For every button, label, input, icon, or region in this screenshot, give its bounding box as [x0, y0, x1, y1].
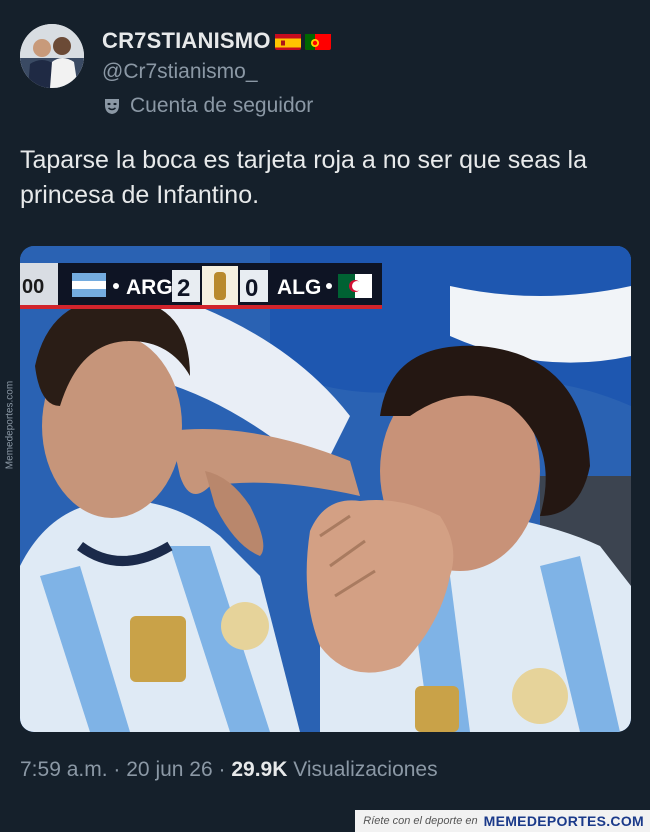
- views-count[interactable]: 29.9K: [231, 758, 287, 781]
- footer-tagline: Ríete con el deporte en: [363, 815, 478, 827]
- display-name[interactable]: CR7STIANISMO: [102, 28, 331, 54]
- tweet-date[interactable]: 20 jun 26: [126, 758, 212, 781]
- scoreboard-clock: 00: [22, 276, 44, 298]
- meta-separator: ·: [218, 758, 226, 781]
- tweet-text: Taparse la boca es tarjeta roja a no ser…: [20, 146, 588, 209]
- account-label-text: Cuenta de seguidor: [130, 94, 314, 117]
- meta-separator: ·: [113, 758, 121, 781]
- footer-watermark: Ríete con el deporte en MEMEDEPORTES.COM: [355, 810, 650, 832]
- side-watermark-text: Memedeportes.com: [4, 380, 16, 470]
- theater-mask-icon: [102, 96, 122, 116]
- tweet-time[interactable]: 7:59 a.m.: [20, 758, 108, 781]
- user-handle[interactable]: @Cr7stianismo_: [102, 60, 258, 84]
- spain-flag-icon: [274, 32, 301, 50]
- home-team-name: ARG: [126, 276, 173, 299]
- side-watermark: Memedeportes.com: [3, 360, 17, 490]
- away-team-name: ALG: [277, 276, 321, 299]
- away-score: 0: [245, 275, 258, 302]
- avatar[interactable]: [20, 24, 84, 88]
- tweet-meta: 7:59 a.m. · 20 jun 26 · 29.9K Visualizac…: [20, 758, 438, 782]
- display-name-text: CR7STIANISMO: [102, 28, 271, 53]
- portugal-flag-icon: [304, 32, 331, 50]
- follower-account-label: Cuenta de seguidor: [102, 94, 313, 118]
- views-label: Visualizaciones: [293, 758, 438, 781]
- footer-brand: MEMEDEPORTES.COM: [483, 813, 644, 829]
- home-score: 2: [177, 275, 190, 302]
- tweet-photo[interactable]: 00 ARG 2 0 ALG: [20, 246, 631, 732]
